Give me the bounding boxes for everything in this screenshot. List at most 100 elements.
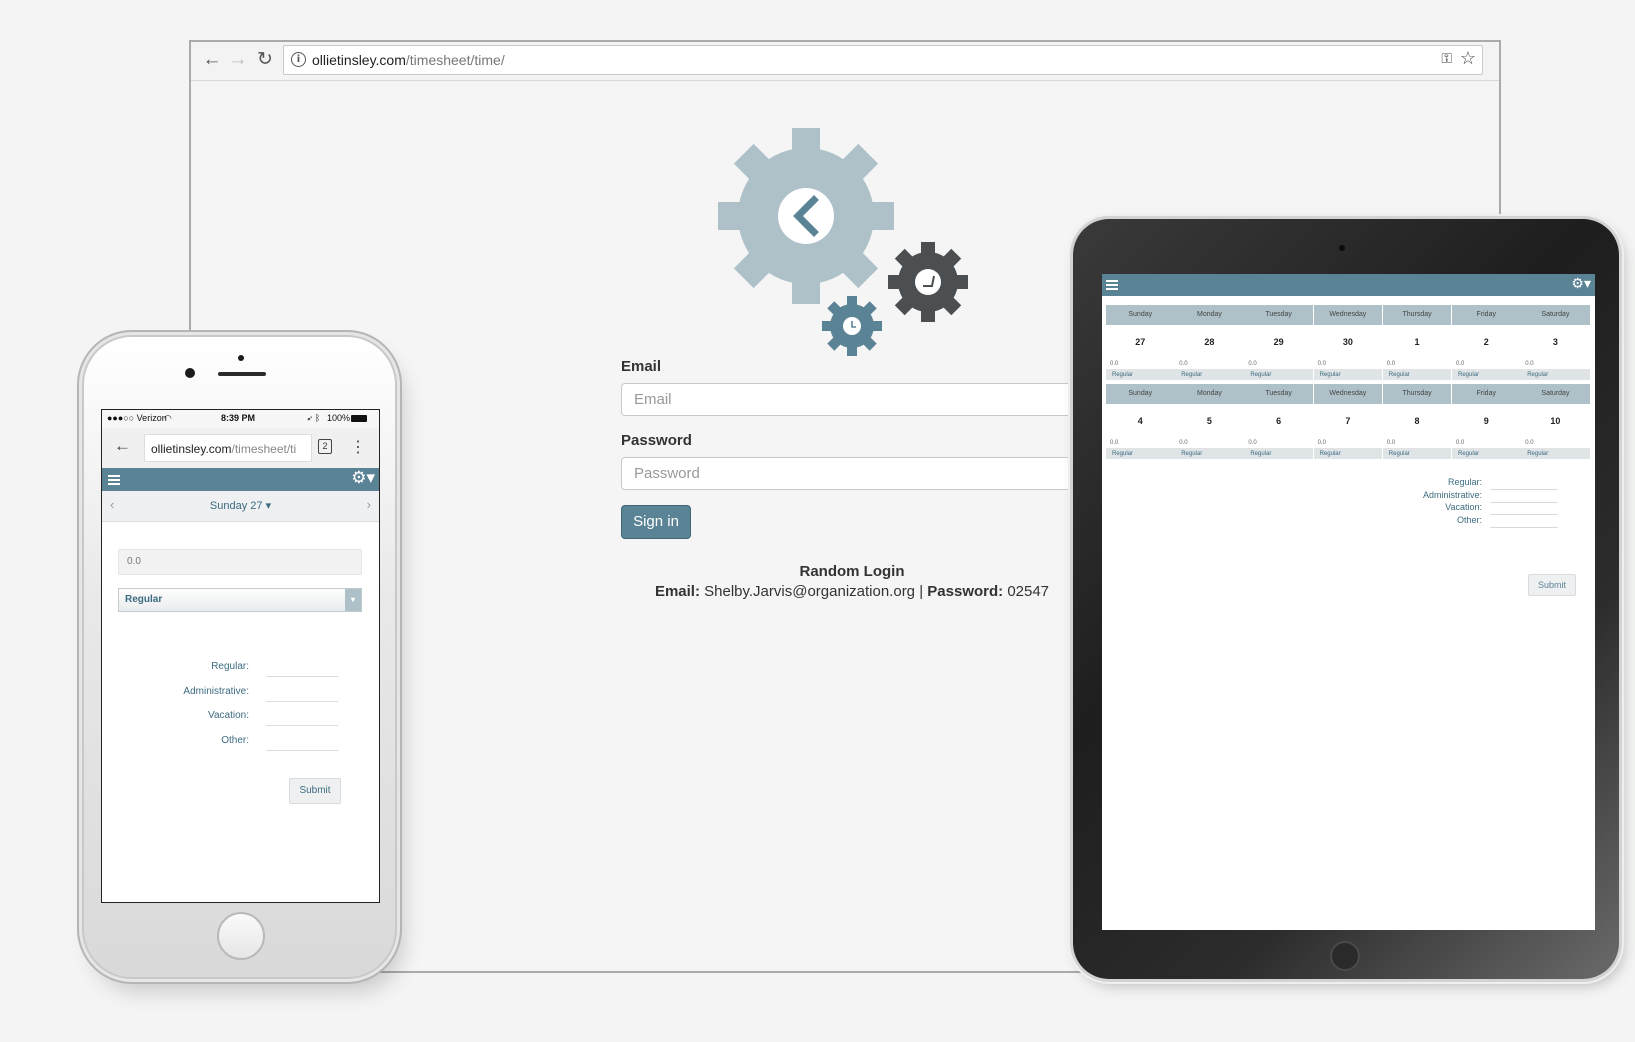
random-password-value: 02547 bbox=[1007, 583, 1050, 600]
summary-value-line bbox=[1490, 489, 1558, 490]
type-select[interactable]: Regular bbox=[1244, 370, 1313, 380]
hours-input[interactable]: 0.0 bbox=[1175, 359, 1244, 370]
gear-icon[interactable]: ⚙▾ bbox=[1571, 275, 1591, 292]
info-icon[interactable]: i bbox=[291, 52, 306, 67]
type-select[interactable]: Regular bbox=[1106, 370, 1175, 380]
date-number: 30 bbox=[1342, 337, 1353, 347]
type-select[interactable]: Regular bbox=[1313, 370, 1383, 380]
calendar-day-cell: Monday 28 0.0 Regular bbox=[1175, 305, 1244, 380]
weekday-header: Sunday bbox=[1106, 305, 1175, 325]
menu-icon[interactable] bbox=[108, 473, 120, 487]
type-select[interactable]: Regular bbox=[1106, 449, 1175, 459]
reload-icon[interactable]: ↻ bbox=[252, 47, 278, 73]
password-label: Password bbox=[621, 432, 692, 449]
hours-input[interactable]: 0.0 bbox=[118, 549, 362, 575]
gear-icon[interactable]: ⚙▾ bbox=[351, 468, 375, 488]
email-label: Email bbox=[621, 358, 662, 375]
type-select[interactable]: Regular bbox=[1521, 449, 1590, 459]
weekday-header: Friday bbox=[1452, 384, 1521, 404]
hours-input[interactable]: 0.0 bbox=[1382, 438, 1452, 449]
type-select[interactable]: Regular bbox=[1175, 449, 1244, 459]
hours-input[interactable]: 0.0 bbox=[1382, 359, 1452, 370]
clock: 8:39 PM bbox=[221, 413, 256, 423]
url-text: ollietinsley.com/timesheet/time/ bbox=[312, 52, 505, 68]
type-select[interactable]: Regular bbox=[1452, 449, 1521, 459]
type-select[interactable]: Regular bbox=[1521, 370, 1590, 380]
weekday-header: Monday bbox=[1175, 384, 1244, 404]
gears-logo bbox=[718, 128, 968, 356]
date-number: 29 bbox=[1273, 337, 1284, 347]
day-title-text: Sunday 27 bbox=[209, 500, 263, 512]
battery-icon bbox=[351, 415, 367, 422]
type-select[interactable]: Regular bbox=[1382, 370, 1452, 380]
signin-button[interactable]: Sign in bbox=[621, 505, 691, 539]
summary-value-line bbox=[266, 749, 338, 751]
hours-input[interactable]: 0.0 bbox=[1452, 438, 1521, 449]
hours-input[interactable]: 0.0 bbox=[1313, 438, 1383, 449]
tablet-navbar: ⚙▾ bbox=[1102, 274, 1595, 296]
hours-input[interactable]: 0.0 bbox=[1106, 438, 1175, 449]
menu-icon[interactable] bbox=[1106, 278, 1118, 292]
summary-label: Vacation: bbox=[1445, 502, 1482, 513]
bookmark-star-icon[interactable]: ☆ bbox=[1460, 48, 1476, 69]
hours-input[interactable]: 0.0 bbox=[1244, 359, 1313, 370]
phone-submit-button[interactable]: Submit bbox=[289, 778, 341, 804]
calendar-day-cell: Saturday 3 0.0 Regular bbox=[1521, 305, 1590, 380]
hours-input[interactable]: 0.0 bbox=[1175, 438, 1244, 449]
random-password-label: Password: bbox=[927, 583, 1004, 600]
mobile-address-bar[interactable]: ollietinsley.com/timesheet/ti bbox=[144, 434, 312, 462]
hours-input[interactable]: 0.0 bbox=[1106, 359, 1175, 370]
date-number: 1 bbox=[1414, 337, 1420, 347]
url-domain: ollietinsley.com bbox=[312, 52, 406, 68]
hours-input[interactable]: 0.0 bbox=[1313, 359, 1383, 370]
hours-input[interactable]: 0.0 bbox=[1521, 438, 1590, 449]
calendar-day-cell: Wednesday 30 0.0 Regular bbox=[1313, 305, 1383, 380]
hours-input[interactable]: 0.0 bbox=[1244, 438, 1313, 449]
tablet-submit-button[interactable]: Submit bbox=[1528, 574, 1576, 596]
calendar-day-cell: Tuesday 6 0.0 Regular bbox=[1244, 384, 1313, 459]
summary-label: Other: bbox=[1456, 515, 1482, 526]
date-number: 9 bbox=[1483, 416, 1489, 426]
clock-gear-icon bbox=[888, 242, 968, 322]
random-email-value: Shelby.Jarvis@organization.org bbox=[704, 583, 916, 600]
tab-count-icon[interactable]: 2 bbox=[318, 439, 332, 454]
type-select[interactable]: Regular bbox=[1382, 449, 1452, 459]
type-select[interactable]: Regular bbox=[1313, 449, 1383, 459]
weekday-header: Tuesday bbox=[1244, 384, 1313, 404]
day-title[interactable]: Sunday 27 ▾ bbox=[102, 499, 379, 512]
separator: | bbox=[919, 583, 924, 600]
weekday-header: Tuesday bbox=[1244, 305, 1313, 325]
back-arrow-icon[interactable]: ← bbox=[114, 436, 131, 456]
date-number: 3 bbox=[1552, 337, 1558, 347]
type-select-value: Regular bbox=[125, 594, 163, 605]
large-gear-icon bbox=[718, 128, 894, 304]
hours-input[interactable]: 0.0 bbox=[1452, 359, 1521, 370]
password-input[interactable] bbox=[621, 457, 1101, 490]
hours-input[interactable]: 0.0 bbox=[1521, 359, 1590, 370]
date-number: 10 bbox=[1550, 416, 1561, 426]
weekday-header: Saturday bbox=[1521, 305, 1590, 325]
email-input[interactable] bbox=[621, 383, 1101, 416]
type-select[interactable]: Regular bbox=[1244, 449, 1313, 459]
calendar-day-cell: Friday 9 0.0 Regular bbox=[1452, 384, 1521, 459]
tablet-screen: ⚙▾ Sunday 27 0.0 Regular Monday 28 0.0 Regular T… bbox=[1102, 274, 1595, 930]
date-number: 28 bbox=[1204, 337, 1215, 347]
date-number: 7 bbox=[1345, 416, 1351, 426]
key-icon[interactable]: ⚿ bbox=[1441, 50, 1452, 67]
more-menu-icon[interactable]: ⋮ bbox=[350, 437, 366, 457]
next-day-icon[interactable]: › bbox=[367, 497, 371, 512]
day-selector: ‹ Sunday 27 ▾ › bbox=[102, 491, 379, 522]
back-arrow-icon[interactable]: ← bbox=[199, 47, 225, 73]
forward-arrow-icon[interactable]: → bbox=[225, 47, 251, 73]
phone-home-button[interactable] bbox=[217, 912, 265, 960]
tablet-home-button[interactable] bbox=[1330, 941, 1360, 971]
address-bar[interactable]: i ollietinsley.com/timesheet/time/ ⚿ ☆ bbox=[283, 45, 1483, 75]
date-number: 5 bbox=[1206, 416, 1212, 426]
phone-speaker bbox=[218, 372, 266, 376]
mobile-browser-toolbar: ← ollietinsley.com/timesheet/ti 2 ⋮ bbox=[102, 428, 379, 469]
calendar-day-cell: Saturday 10 0.0 Regular bbox=[1521, 384, 1590, 459]
type-select[interactable]: Regular ▾ bbox=[118, 588, 362, 612]
type-select[interactable]: Regular bbox=[1175, 370, 1244, 380]
type-select[interactable]: Regular bbox=[1452, 370, 1521, 380]
calendar-day-cell: Thursday 8 0.0 Regular bbox=[1382, 384, 1452, 459]
